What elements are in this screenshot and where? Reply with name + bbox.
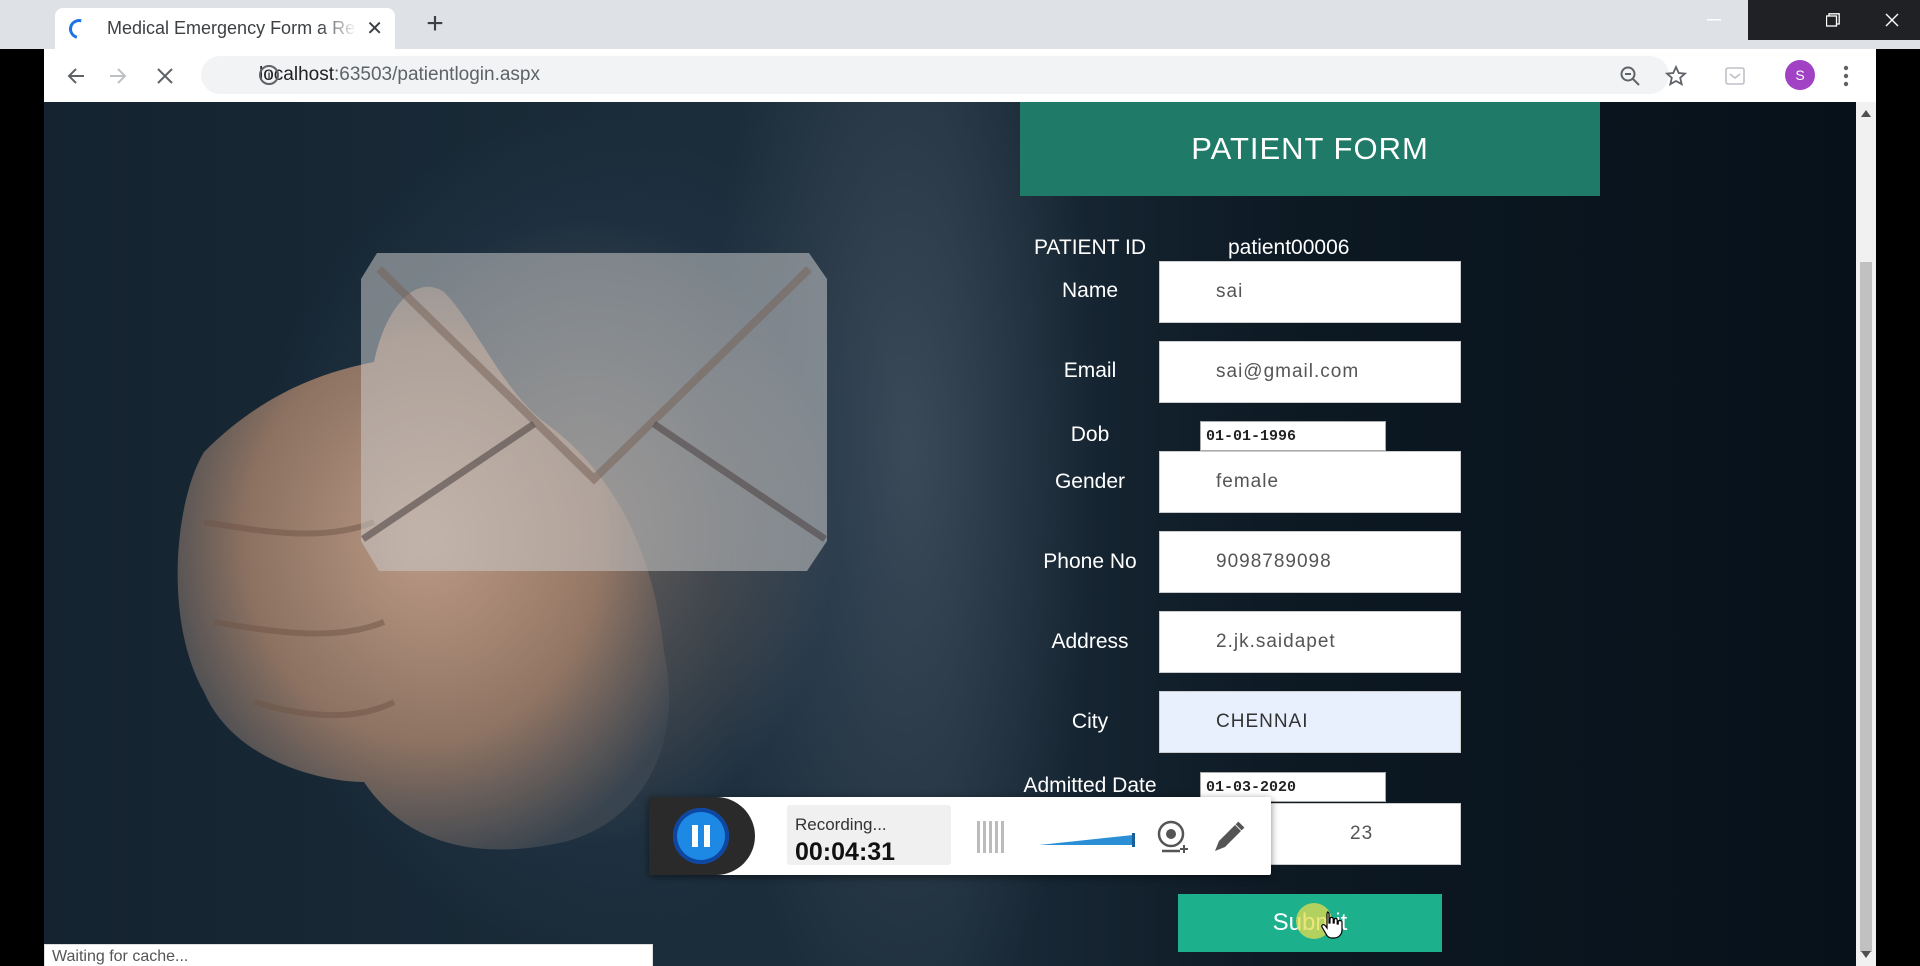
volume-slider[interactable] <box>1039 833 1135 847</box>
minimize-icon <box>1706 19 1721 21</box>
new-tab-button[interactable]: + <box>418 8 452 42</box>
menu-kebab-icon[interactable] <box>1831 61 1861 91</box>
admitted-date-label: Admitted Date <box>1023 774 1157 797</box>
address-field[interactable]: 2.jk.saidapet <box>1159 611 1461 673</box>
browser-toolbar: i localhost:63503/patientlogin.aspx S <box>44 49 1876 102</box>
tab-close-icon[interactable]: ✕ <box>366 16 383 41</box>
patient-id-value: patient00006 <box>1228 236 1350 259</box>
recording-status-text: Recording... <box>795 815 887 834</box>
pause-recording-button[interactable] <box>673 808 729 864</box>
name-field[interactable]: sai <box>1159 261 1461 323</box>
pencil-icon[interactable] <box>1211 819 1247 855</box>
vertical-scrollbar[interactable] <box>1856 102 1876 966</box>
scroll-down-arrow-icon[interactable] <box>1861 951 1871 958</box>
audio-level-icon <box>977 821 1007 853</box>
scroll-up-arrow-icon[interactable] <box>1861 110 1871 117</box>
restore-icon <box>1825 13 1840 27</box>
webcam-icon[interactable] <box>1154 819 1192 857</box>
zoom-icon[interactable] <box>1615 61 1645 91</box>
hidden-field-value: 23 <box>1350 823 1374 844</box>
recording-timer: 00:04:31 <box>795 838 896 866</box>
phone-label: Phone No <box>1043 550 1137 573</box>
address-label: Address <box>1051 630 1129 653</box>
email-field[interactable]: sai@gmail.com <box>1159 341 1461 403</box>
phone-field[interactable]: 9098789098 <box>1159 531 1461 593</box>
envelope-icon <box>361 253 827 571</box>
close-window-button[interactable] <box>1863 0 1920 40</box>
dob-label: Dob <box>1070 423 1110 446</box>
stop-loading-button[interactable] <box>150 61 180 91</box>
back-arrow-icon <box>67 68 84 84</box>
dob-date-field[interactable]: 01-01-1996 <box>1200 421 1386 451</box>
site-info-icon[interactable]: i <box>259 65 279 85</box>
forward-arrow-icon <box>110 68 127 84</box>
browser-tab[interactable]: Medical Emergency Form a Response ✕ <box>55 8 395 49</box>
tab-title: Medical Emergency Form a Response <box>107 18 357 38</box>
patient-id-label: PATIENT ID <box>1033 236 1146 259</box>
address-bar[interactable]: i localhost:63503/patientlogin.aspx <box>201 56 1669 94</box>
city-field[interactable]: CHENNAI <box>1159 691 1461 753</box>
close-icon <box>157 68 173 84</box>
minimize-button-glyph[interactable] <box>1685 0 1742 40</box>
forward-button[interactable] <box>103 61 133 91</box>
scrollbar-thumb[interactable] <box>1860 262 1872 952</box>
recording-status-panel: Recording... 00:04:31 <box>787 805 951 866</box>
close-icon <box>1885 13 1898 27</box>
restore-button[interactable] <box>1804 0 1861 40</box>
hand-cursor-icon <box>1321 911 1343 939</box>
profile-avatar[interactable]: S <box>1785 60 1815 90</box>
url-path: :63503/patientlogin.aspx <box>334 64 540 85</box>
gender-label: Gender <box>1054 470 1126 493</box>
form-title: PATIENT FORM <box>1020 102 1600 196</box>
extension-icon[interactable] <box>1720 61 1750 91</box>
pause-icon-bar <box>704 825 710 847</box>
email-label: Email <box>1063 359 1117 382</box>
pause-icon-bar <box>692 825 698 847</box>
loading-spinner-icon <box>65 14 93 43</box>
back-button[interactable] <box>61 61 91 91</box>
tab-strip: Medical Emergency Form a Response ✕ + <box>0 0 1920 49</box>
bookmark-star-icon[interactable] <box>1661 61 1691 91</box>
name-label: Name <box>1061 279 1119 302</box>
city-label: City <box>1071 710 1109 733</box>
gender-field[interactable]: female <box>1159 451 1461 513</box>
screen-recorder-widget: Recording... 00:04:31 <box>649 797 1271 875</box>
status-bar: Waiting for cache... <box>44 944 653 966</box>
